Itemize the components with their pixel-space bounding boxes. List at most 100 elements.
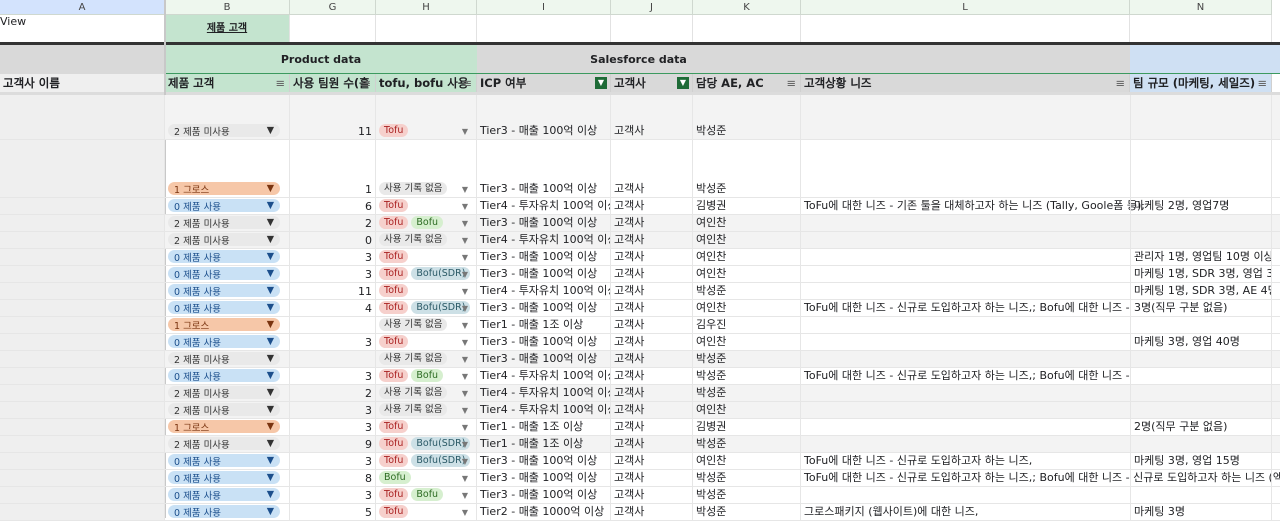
cell-G[interactable]: 3 — [290, 487, 376, 503]
cell-H[interactable]: Bofu ▼ — [376, 470, 477, 486]
cell-I[interactable]: Tier3 - 매출 100억 이상 — [477, 351, 611, 367]
cell-O[interactable] — [1272, 283, 1280, 299]
cell-B[interactable]: 1 그로스 ▼ — [165, 140, 290, 197]
cell-B[interactable]: 0 제품 사용 ▼ — [165, 300, 290, 316]
field-header-N[interactable]: 팀 규모 (마케팅, 세일즈) ≡ — [1130, 74, 1272, 92]
cell-N[interactable]: 마케팅 1명, SDR 3명, 영업 3명 — [1130, 266, 1272, 282]
status-dropdown[interactable]: 0 제품 사용 ▼ — [168, 369, 280, 383]
cell-G[interactable]: 4 — [290, 300, 376, 316]
column-header-N[interactable]: N — [1130, 0, 1272, 15]
field-header-K[interactable]: 담당 AE, AC ≡ — [693, 74, 801, 92]
status-dropdown[interactable]: 1 그로스 ▼ — [168, 182, 280, 196]
dropdown-arrow-icon[interactable]: ▼ — [462, 423, 468, 432]
status-dropdown[interactable]: 2 제품 미사용 ▼ — [168, 403, 280, 417]
cell-K[interactable]: 여인찬 — [693, 215, 801, 231]
cell-I[interactable]: Tier4 - 투자유치 100억 이상 — [477, 368, 611, 384]
cell-O[interactable] — [1272, 419, 1280, 435]
dropdown-arrow-icon[interactable]: ▼ — [462, 185, 468, 194]
cell-H[interactable]: Tofu Bofu(SDR) ▼ — [376, 436, 477, 452]
cell-A[interactable] — [0, 266, 165, 282]
cell-J[interactable]: 고객사 — [611, 453, 693, 469]
column-header-J[interactable]: J — [611, 0, 693, 15]
row1-cell-K[interactable] — [693, 15, 801, 42]
cell-N[interactable] — [1130, 368, 1272, 384]
cell-O[interactable] — [1272, 368, 1280, 384]
cell-O[interactable] — [1272, 453, 1280, 469]
cell-K[interactable]: 박성준 — [693, 436, 801, 452]
cell-I[interactable]: Tier3 - 매출 100억 이상 — [477, 334, 611, 350]
cell-K[interactable]: 박성준 — [693, 95, 801, 139]
row1-cell-A[interactable]: View — [0, 15, 165, 42]
cell-N[interactable]: 마케팅 2명, 영업7명 — [1130, 198, 1272, 214]
filter-icon[interactable]: ≡ — [1257, 74, 1267, 92]
cell-I[interactable]: Tier1 - 매출 1조 이상 — [477, 317, 611, 333]
cell-A[interactable] — [0, 402, 165, 418]
cell-L[interactable] — [801, 215, 1130, 231]
cell-L[interactable]: ToFu에 대한 니즈 - 신규로 도입하고자 하는 니즈, — [801, 453, 1130, 469]
status-dropdown[interactable]: 0 제품 사용 ▼ — [168, 250, 280, 264]
cell-I[interactable]: Tier1 - 매출 1조 이상 — [477, 436, 611, 452]
cell-H[interactable]: Tofu ▼ — [376, 283, 477, 299]
cell-A[interactable] — [0, 198, 165, 214]
column-header-A[interactable]: A — [0, 0, 165, 15]
cell-A[interactable] — [0, 95, 165, 139]
cell-N[interactable] — [1130, 470, 1272, 486]
cell-G[interactable]: 3 — [290, 266, 376, 282]
cell-L[interactable]: ToFu에 대한 니즈 - 신규로 도입하고자 하는 니즈,; Bofu에 대한… — [801, 470, 1280, 486]
cell-J[interactable]: 고객사 — [611, 385, 693, 401]
cell-B[interactable]: 0 제품 사용 ▼ — [165, 453, 290, 469]
cell-O[interactable] — [1272, 215, 1280, 231]
cell-L[interactable] — [801, 487, 1130, 503]
cell-L[interactable] — [801, 334, 1130, 350]
cell-N[interactable]: 2명(직무 구분 없음) — [1130, 419, 1272, 435]
cell-I[interactable]: Tier3 - 매출 100억 이상 — [477, 300, 611, 316]
cell-N[interactable] — [1130, 215, 1272, 231]
cell-L[interactable]: ToFu에 대한 니즈 - 신규로 도입하고자 하는 니즈,; Bofu에 대한… — [801, 368, 1130, 384]
cell-K[interactable]: 여인찬 — [693, 300, 801, 316]
cell-J[interactable]: 고객사 — [611, 215, 693, 231]
cell-G[interactable]: 8 — [290, 470, 376, 486]
cell-N[interactable]: 마케팅 3명, 영업 40명 — [1130, 334, 1272, 350]
cell-H[interactable]: 사용 기록 없음 ▼ — [376, 385, 477, 401]
cell-G[interactable] — [290, 317, 376, 333]
cell-L[interactable] — [801, 249, 1130, 265]
cell-A[interactable] — [0, 140, 165, 197]
cell-B[interactable]: 2 제품 미사용 ▼ — [165, 402, 290, 418]
filter-active-icon[interactable]: ▼ — [677, 77, 689, 89]
cell-L[interactable] — [801, 419, 1130, 435]
cell-O[interactable] — [1272, 317, 1280, 333]
dropdown-arrow-icon[interactable]: ▼ — [462, 253, 468, 262]
dropdown-arrow-icon[interactable]: ▼ — [462, 372, 468, 381]
cell-I[interactable]: Tier3 - 매출 100억 이상 — [477, 249, 611, 265]
cell-I[interactable]: Tier4 - 투자유치 100억 이상 — [477, 198, 611, 214]
cell-B[interactable]: 0 제품 사용 ▼ — [165, 266, 290, 282]
cell-B[interactable]: 2 제품 미사용 ▼ — [165, 436, 290, 452]
cell-N[interactable] — [1130, 385, 1272, 401]
cell-N[interactable]: 마케팅 1명, SDR 3명, AE 4명 — [1130, 283, 1272, 299]
cell-H[interactable]: Tofu Bofu ▼ — [376, 368, 477, 384]
cell-L[interactable]: ToFu에 대한 니즈 - 신규로 도입하고자 하는 니즈,; Bofu에 대한… — [801, 300, 1130, 316]
cell-O[interactable] — [1272, 140, 1280, 197]
dropdown-arrow-icon[interactable]: ▼ — [462, 304, 468, 313]
cell-I[interactable]: Tier1 - 매출 1조 이상 — [477, 419, 611, 435]
cell-L[interactable] — [801, 385, 1130, 401]
cell-I[interactable]: Tier3 - 매출 100억 이상 — [477, 215, 611, 231]
cell-J[interactable]: 고객사 — [611, 351, 693, 367]
column-header-H[interactable]: H — [376, 0, 477, 15]
field-header-I[interactable]: ICP 여부 ▼ — [477, 74, 611, 92]
cell-H[interactable]: Tofu Bofu ▼ — [376, 215, 477, 231]
status-dropdown[interactable]: 2 제품 미사용 ▼ — [168, 233, 280, 247]
cell-L[interactable] — [801, 351, 1130, 367]
cell-N[interactable] — [1130, 317, 1272, 333]
status-dropdown[interactable]: 0 제품 사용 ▼ — [168, 505, 280, 519]
status-dropdown[interactable]: 2 제품 미사용 ▼ — [168, 352, 280, 366]
cell-H[interactable]: Tofu ▼ — [376, 419, 477, 435]
status-dropdown[interactable]: 2 제품 미사용 ▼ — [168, 124, 280, 138]
dropdown-arrow-icon[interactable]: ▼ — [462, 338, 468, 347]
cell-A[interactable] — [0, 317, 165, 333]
row1-cell-N[interactable] — [1130, 15, 1272, 42]
cell-A[interactable] — [0, 334, 165, 350]
cell-I[interactable]: Tier3 - 매출 100억 이상 — [477, 140, 611, 197]
cell-N[interactable]: 3명(직무 구분 없음) — [1130, 300, 1272, 316]
cell-N[interactable] — [1130, 351, 1272, 367]
